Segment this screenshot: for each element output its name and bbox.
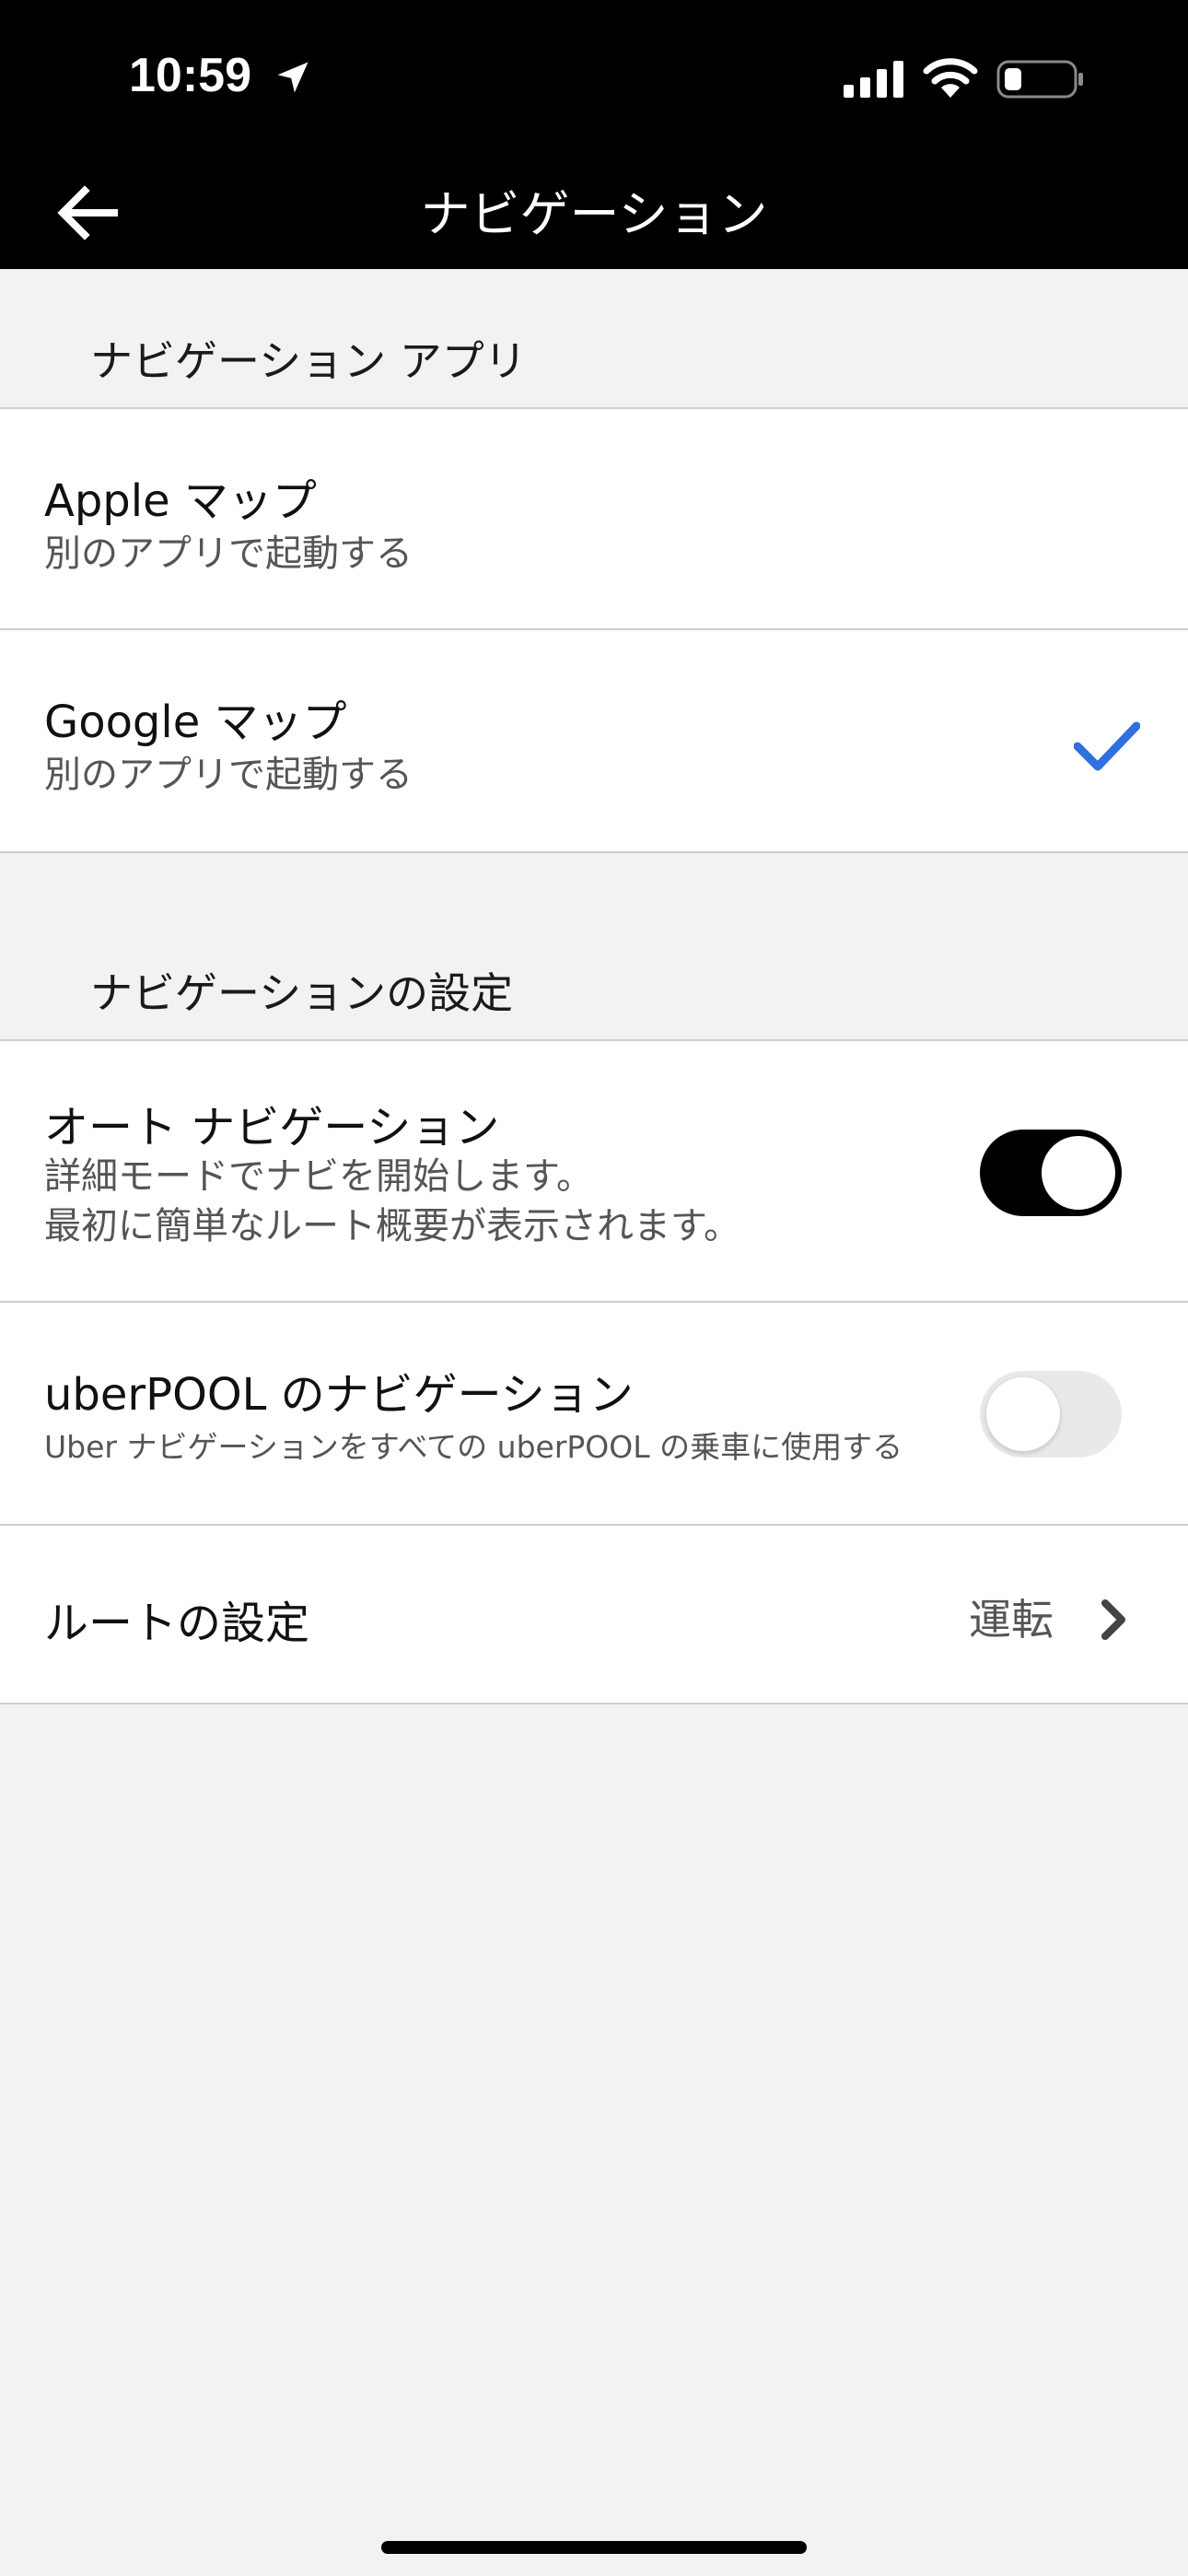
auto-navigation-title: オート ナビゲーション (44, 1102, 500, 1153)
status-time: 10:59 (129, 49, 251, 102)
section-header-nav-apps: ナビゲーション アプリ (90, 336, 527, 386)
nav-app-title: Google マップ (44, 697, 347, 748)
nav-app-subtitle: 別のアプリで起動する (44, 754, 413, 796)
section-header-nav-settings: ナビゲーションの設定 (90, 968, 514, 1018)
wifi-icon (923, 58, 978, 98)
uberpool-navigation-subtitle: Uber ナビゲーションをすべての uberPOOL の乗車に使用する (44, 1429, 903, 1465)
location-arrow-icon (277, 62, 309, 93)
page-title: ナビゲーション (420, 185, 768, 243)
uberpool-navigation-toggle[interactable] (980, 1371, 1122, 1458)
nav-app-title: Apple マップ (44, 475, 317, 527)
uberpool-navigation-title: uberPOOL のナビゲーション (44, 1369, 634, 1421)
route-settings-value: 運転 (969, 1595, 1054, 1645)
toggle-knob (1042, 1136, 1115, 1210)
auto-navigation-subtitle-2: 最初に簡単なルート概要が表示されます。 (44, 1205, 740, 1247)
checkmark-icon (1074, 721, 1140, 771)
nav-app-option-apple-maps[interactable]: Apple マップ 別のアプリで起動する (0, 407, 1188, 630)
home-indicator[interactable] (381, 2541, 807, 2554)
toggle-knob (986, 1377, 1060, 1451)
battery-icon (996, 60, 1083, 99)
chevron-right-icon (1101, 1599, 1125, 1640)
route-settings-row[interactable]: ルートの設定 運転 (0, 1524, 1188, 1704)
auto-navigation-toggle[interactable] (980, 1130, 1122, 1216)
route-settings-title: ルートの設定 (44, 1598, 310, 1649)
header-bar: 10:59 ナビゲーション (0, 0, 1188, 269)
cellular-signal-icon (844, 61, 903, 98)
uberpool-navigation-row: uberPOOL のナビゲーション Uber ナビゲーションをすべての uber… (0, 1301, 1188, 1526)
auto-navigation-subtitle-1: 詳細モードでナビを開始します。 (44, 1155, 593, 1198)
nav-app-option-google-maps[interactable]: Google マップ 別のアプリで起動する (0, 628, 1188, 853)
auto-navigation-row: オート ナビゲーション 詳細モードでナビを開始します。 最初に簡単なルート概要が… (0, 1039, 1188, 1303)
nav-app-subtitle: 別のアプリで起動する (44, 533, 413, 575)
